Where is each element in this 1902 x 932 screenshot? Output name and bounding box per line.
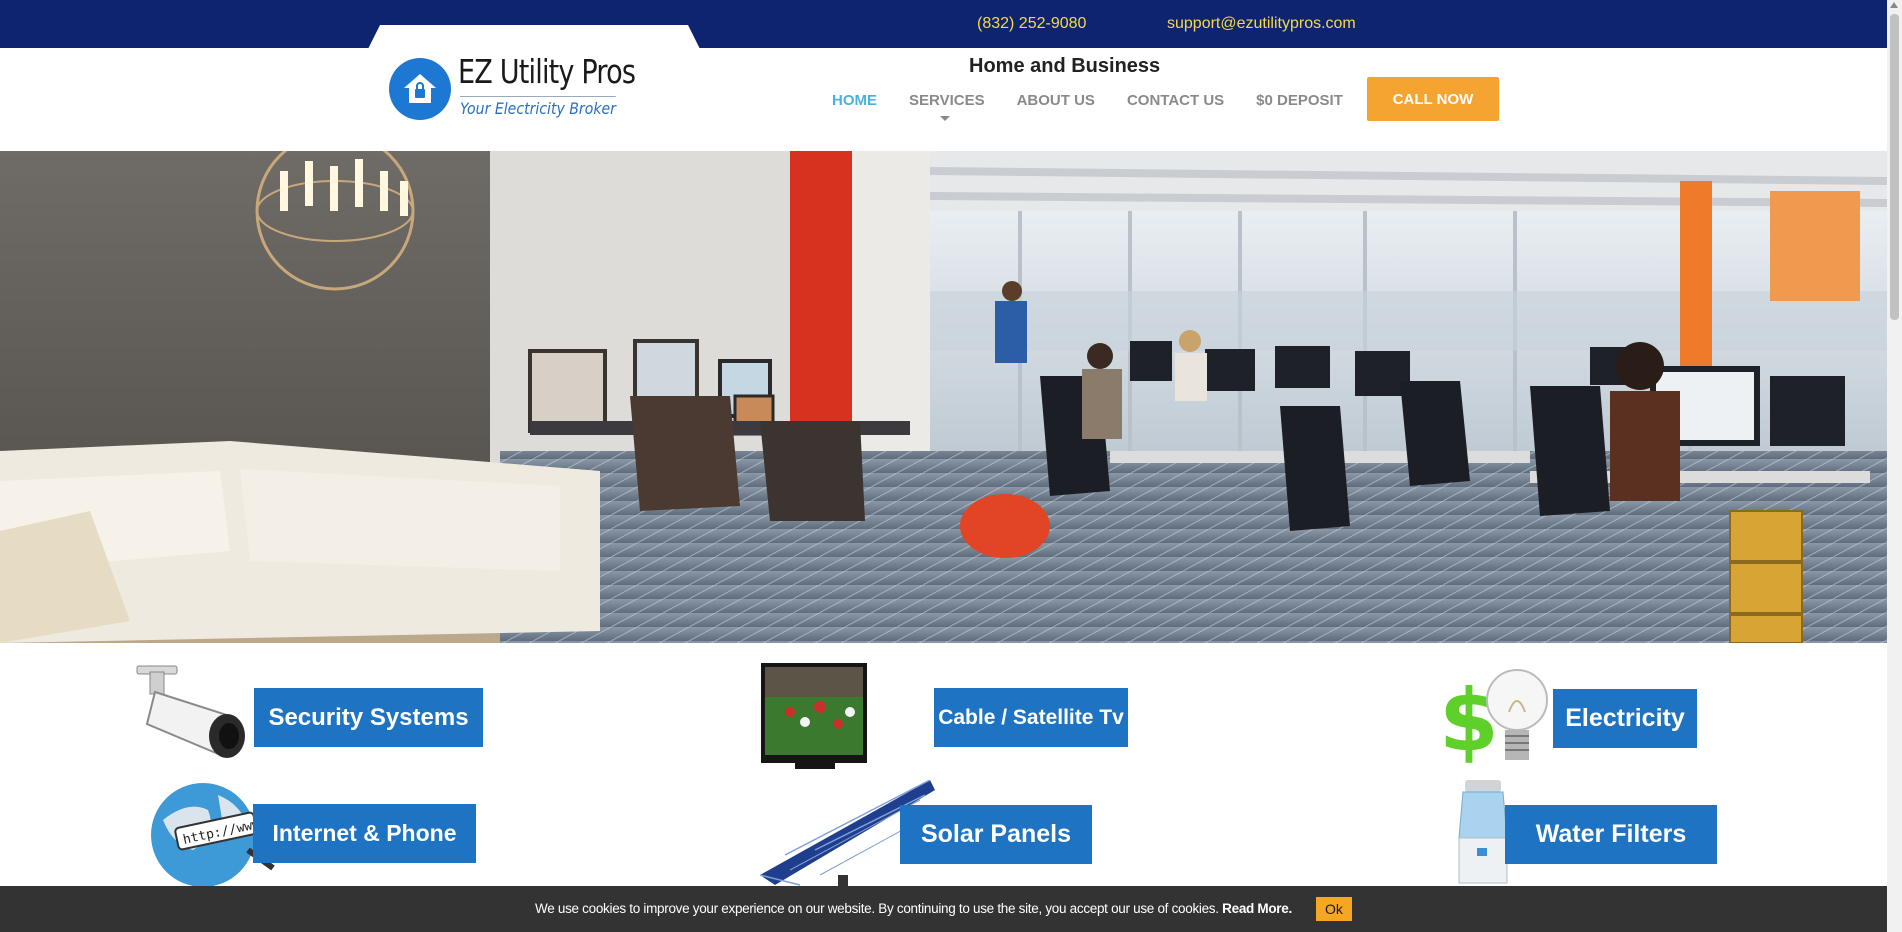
service-water-filters[interactable]: Water Filters [1455,778,1717,888]
scrollbar-thumb[interactable] [1890,14,1899,320]
cookie-banner: We use cookies to improve your experienc… [0,886,1887,932]
security-camera-icon [136,665,245,758]
phone-link[interactable]: (832) 252-9080 [977,15,1086,33]
top-bar: (832) 252-9080 support@ezutilitypros.com [0,0,1887,48]
service-internet-phone[interactable]: http://www Internet & Phone [148,780,476,890]
nav-contact-us[interactable]: CONTACT US [1127,92,1224,109]
cookie-message: We use cookies to improve your experienc… [535,901,1219,916]
service-solar-panels[interactable]: Solar Panels [760,780,1092,890]
service-label: Solar Panels [900,805,1092,864]
dollar-lightbulb-icon: $ [1439,669,1548,771]
nav-services[interactable]: SERVICES [909,92,985,121]
scrollbar[interactable] [1887,0,1902,932]
logo-title[interactable]: EZ Utility Pros [458,52,636,91]
service-label: Security Systems [254,688,483,747]
service-label: Cable / Satellite Tv [934,688,1128,747]
service-security-systems[interactable]: Security Systems [135,664,483,764]
service-cable-satellite-tv[interactable]: Cable / Satellite Tv [760,662,1128,772]
nav-zero-deposit[interactable]: $0 DEPOSIT [1256,92,1343,109]
cookie-ok-button[interactable]: Ok [1316,897,1352,921]
nav-home[interactable]: HOME [832,92,877,109]
logo-subtitle: Your Electricity Broker [460,96,616,118]
call-now-button[interactable]: CALL NOW [1367,77,1499,121]
service-label: Water Filters [1505,805,1717,864]
service-electricity[interactable]: $ Electricity [1437,660,1697,775]
service-label: Internet & Phone [253,804,476,863]
service-label: Electricity [1553,689,1697,748]
house-lock-icon[interactable] [389,58,451,120]
nav-about-us[interactable]: ABOUT US [1017,92,1095,109]
read-more-link[interactable]: Read More. [1222,901,1292,916]
email-link[interactable]: support@ezutilitypros.com [1167,15,1356,33]
chevron-down-icon [940,116,950,121]
main-nav: HOME SERVICES ABOUT US CONTACT US $0 DEP… [832,92,1375,121]
hero-office-image [0,151,1887,643]
television-icon [761,663,867,769]
nav-services-label: SERVICES [909,92,985,109]
header-tagline: Home and Business [969,55,1161,77]
cookie-text: We use cookies to improve your experienc… [535,901,1292,916]
scroll-up-icon[interactable] [1890,2,1898,8]
